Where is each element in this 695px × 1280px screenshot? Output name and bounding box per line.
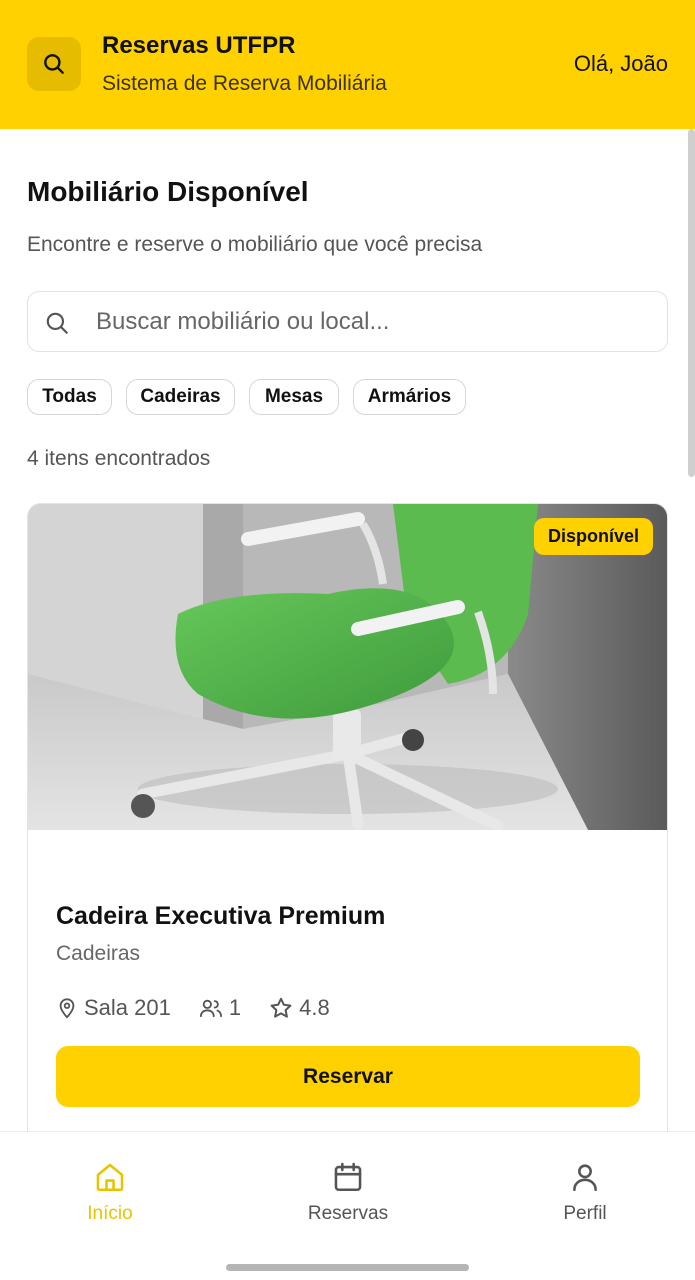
location-info: Sala 201 (56, 995, 171, 1021)
nav-item-inicio[interactable]: Início (40, 1160, 180, 1225)
home-indicator[interactable] (226, 1264, 469, 1271)
app-header: Reservas UTFPR Sistema de Reserva Mobili… (0, 0, 695, 129)
bottom-navigation: Início Reservas Perfil (0, 1131, 695, 1280)
furniture-meta: Sala 201 1 4.8 (56, 995, 358, 1021)
filter-chip-armarios[interactable]: Armários (353, 379, 466, 415)
capacity-info: 1 (199, 995, 241, 1021)
app-root: Reservas UTFPR Sistema de Reserva Mobili… (0, 0, 695, 1280)
rating-text: 4.8 (299, 995, 330, 1020)
nav-label-reservas: Reservas (307, 1203, 389, 1224)
search-input[interactable] (96, 292, 656, 351)
nav-item-perfil[interactable]: Perfil (515, 1160, 655, 1225)
location-text: Sala 201 (84, 995, 171, 1020)
furniture-name: Cadeira Executiva Premium (56, 902, 386, 930)
filter-chip-todas[interactable]: Todas (27, 379, 112, 415)
nav-label-perfil: Perfil (563, 1203, 607, 1224)
user-greeting[interactable]: Olá, João (574, 51, 668, 77)
category-filters: Todas Cadeiras Mesas Armários (27, 379, 466, 415)
user-icon (573, 1164, 597, 1192)
users-icon (199, 999, 222, 1018)
home-icon (96, 1163, 124, 1192)
header-search-button[interactable] (27, 37, 81, 91)
reserve-button[interactable]: Reservar (56, 1046, 640, 1107)
location-pin-icon (59, 998, 75, 1019)
capacity-text: 1 (228, 995, 242, 1020)
page-title: Mobiliário Disponível (27, 176, 309, 207)
search-bar[interactable] (27, 291, 668, 352)
status-badge: Disponível (533, 518, 653, 555)
filter-chip-mesas[interactable]: Mesas (249, 379, 339, 415)
calendar-icon (334, 1162, 362, 1192)
star-icon (270, 997, 292, 1018)
furniture-image: Disponível (28, 504, 667, 830)
result-count: 4 itens encontrados (27, 447, 211, 470)
furniture-category: Cadeiras (56, 942, 141, 965)
nav-label-inicio: Início (87, 1203, 133, 1224)
page-description: Encontre e reserve o mobiliário que você… (27, 233, 483, 256)
search-icon (44, 54, 64, 74)
filter-chip-cadeiras[interactable]: Cadeiras (126, 379, 235, 415)
search-icon (46, 312, 68, 334)
scrollbar[interactable] (688, 129, 695, 477)
app-subtitle: Sistema de Reserva Mobiliária (102, 72, 387, 95)
furniture-card[interactable]: Disponível Cadeira Executiva Premium Cad… (27, 503, 668, 1203)
rating-info: 4.8 (269, 995, 330, 1021)
app-title: Reservas UTFPR (102, 32, 296, 59)
nav-item-reservas[interactable]: Reservas (278, 1160, 418, 1225)
